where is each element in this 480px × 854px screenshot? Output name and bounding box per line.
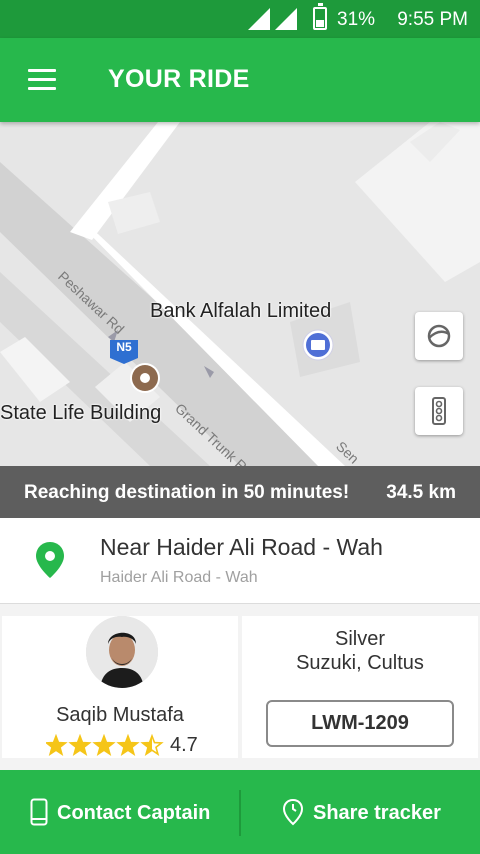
map-view[interactable]: Bank Alfalah Limited State Life Building… <box>0 122 480 466</box>
share-tracker-label: Share tracker <box>313 802 441 824</box>
place-label: State Life Building <box>0 402 162 424</box>
bank-marker-icon <box>302 329 334 361</box>
phone-icon <box>30 798 48 826</box>
signal-icon <box>275 8 297 30</box>
eta-distance: 34.5 km <box>386 482 456 503</box>
hamburger-menu-icon[interactable] <box>28 69 56 91</box>
place-label: Bank Alfalah Limited <box>150 300 332 322</box>
destination-row: Near Haider Ali Road - Wah Haider Ali Ro… <box>0 518 480 604</box>
traffic-toggle-button[interactable] <box>415 387 463 435</box>
battery-percentage: 31% <box>337 9 376 30</box>
bottom-action-bar: Contact Captain Share tracker <box>0 770 480 854</box>
share-tracker-button[interactable]: Share tracker <box>240 770 480 854</box>
vehicle-card: Silver Suzuki, Cultus LWM-1209 <box>242 616 478 758</box>
star-fill <box>94 736 114 755</box>
star-fill <box>46 736 66 755</box>
clock: 9:55 PM <box>397 9 468 30</box>
driver-photo <box>86 616 158 688</box>
battery-icon <box>313 3 327 30</box>
star-fill <box>70 736 90 755</box>
driver-panel: Saqib Mustafa 4.7 Silver Suzuki, Cultus … <box>0 604 480 770</box>
location-pin-icon <box>36 542 64 578</box>
highway-shield-label: N5 <box>116 340 132 354</box>
contact-captain-label: Contact Captain <box>57 802 211 824</box>
map-layer-button[interactable] <box>415 312 463 360</box>
google-earth-icon <box>427 324 451 348</box>
car-location-marker <box>130 363 160 393</box>
location-icon <box>282 798 304 826</box>
app-bar: YOUR RIDE <box>0 38 480 122</box>
driver-avatar <box>86 616 158 688</box>
status-bar: 31% 9:55 PM <box>0 0 480 38</box>
driver-name: Saqib Mustafa <box>56 704 184 726</box>
destination-subtitle: Haider Ali Road - Wah <box>100 569 258 586</box>
vehicle-model: Suzuki, Cultus <box>296 652 424 674</box>
star-fill <box>118 736 138 755</box>
destination-title: Near Haider Ali Road - Wah <box>100 534 383 560</box>
contact-captain-button[interactable]: Contact Captain <box>0 770 240 854</box>
eta-text: Reaching destination in 50 minutes! <box>24 482 350 503</box>
eta-banner: Reaching destination in 50 minutes! 34.5… <box>0 466 480 518</box>
license-plate: LWM-1209 <box>266 700 454 747</box>
rating-stars <box>46 734 164 756</box>
driver-card: Saqib Mustafa 4.7 <box>2 616 238 758</box>
vehicle-color: Silver <box>334 628 385 650</box>
rating-value: 4.7 <box>170 734 198 756</box>
page-title: YOUR RIDE <box>108 65 250 93</box>
traffic-light-icon <box>432 397 446 425</box>
signal-icon <box>248 8 270 30</box>
